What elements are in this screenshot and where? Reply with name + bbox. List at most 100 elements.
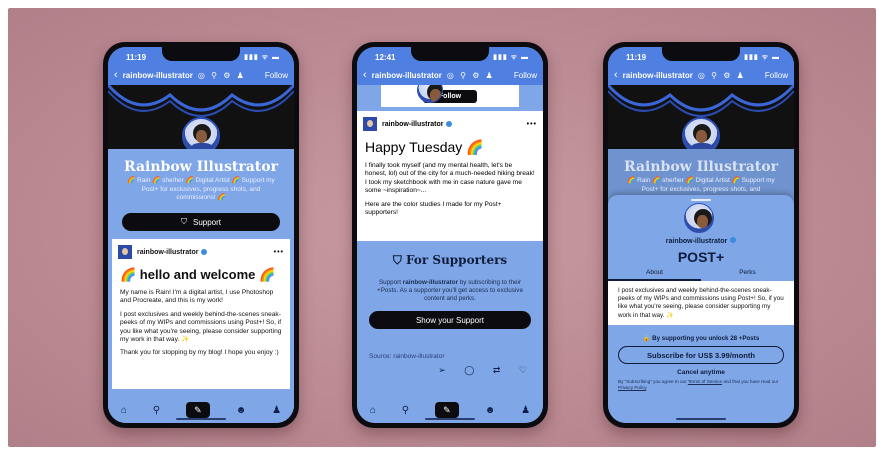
account-icon[interactable]: ♟ [521, 405, 530, 416]
post-paragraph: Thank you for stopping by my blog! I hop… [120, 349, 279, 357]
for-supporters-heading: ⛉ For Supporters [357, 253, 543, 268]
legal-text: and that you have read our [722, 379, 779, 384]
home-indicator [676, 418, 726, 420]
post-action-icons[interactable]: ➢ ◯ ⇄ ♡ [438, 365, 535, 376]
blog-description: 🌈 Rain 🌈 she/her 🌈 Digital Artist 🌈 Supp… [127, 177, 275, 201]
account-icon[interactable]: ♟ [272, 405, 281, 416]
phone-screen: 11:19 ▮▮▮ ᯤ ▬ ‹ rainbow-illustrator ◎ ⚲ … [108, 47, 294, 423]
support-button-label: Support [192, 217, 222, 227]
verified-badge-icon [446, 121, 453, 127]
post-body: I finally took myself (and my mental hea… [357, 162, 543, 217]
more-options-icon[interactable]: ••• [527, 121, 537, 128]
subscribe-button[interactable]: Subscribe for US$ 3.99/month [618, 346, 784, 364]
blog-title: Rainbow Illustrator [624, 159, 778, 175]
home-icon[interactable]: ⌂ [370, 405, 376, 416]
post-paragraph: I post exclusives and weekly behind-the-… [120, 310, 282, 344]
phone-post-view: 12:41 ▮▮▮ ᯤ ▬ ‹ rainbow-illustrator ◎ ⚲ … [352, 42, 548, 428]
unlock-info: 🔒 By supporting you unlock 28 +Posts [642, 335, 760, 342]
show-support-button[interactable]: Show your Support [369, 311, 531, 329]
legal-notice: By "Subscribing" you agree to our Terms … [618, 379, 784, 391]
chat-icon[interactable]: ☻ [236, 405, 247, 416]
nav-action-icons[interactable]: ◎ ⚲ ⚙ ♟ [447, 71, 495, 80]
status-icons: ▮▮▮ ᯤ ▬ [744, 53, 780, 61]
home-indicator [425, 418, 475, 420]
search-icon[interactable]: ⚲ [153, 405, 160, 416]
phone-screen: 11:19 ▮▮▮ ᯤ ▬ ‹ rainbow-illustrator ◎ ⚲ … [608, 47, 794, 423]
legal-text: By "Subscribing" you agree to our [618, 379, 688, 384]
nav-username[interactable]: rainbow-illustrator [123, 71, 193, 80]
follow-link[interactable]: Follow [514, 71, 537, 80]
post-paragraph: My name is Rain! I'm a digital artist, I… [120, 289, 274, 305]
post-paragraph: I finally took myself (and my mental hea… [365, 162, 535, 195]
phone-blog-view: 11:19 ▮▮▮ ᯤ ▬ ‹ rainbow-illustrator ◎ ⚲ … [103, 42, 299, 428]
post-author[interactable]: rainbow-illustrator [137, 249, 198, 256]
blog-nav-bar: ‹ rainbow-illustrator ◎ ⚲ ⚙ ♟ Follow [608, 65, 794, 85]
blog-title: Rainbow Illustrator [124, 159, 278, 175]
for-supporters-label: For Supporters [406, 253, 508, 267]
sheet-username-text: rainbow-illustrator [665, 238, 728, 245]
search-icon[interactable]: ⚲ [402, 405, 409, 416]
background-canvas: 11:19 ▮▮▮ ᯤ ▬ ‹ rainbow-illustrator ◎ ⚲ … [8, 8, 876, 447]
postplus-bottom-sheet: rainbow-illustrator POST+ About Perks I … [608, 195, 794, 423]
post-paragraph: Here are the color studies I made for my… [365, 200, 502, 217]
chat-icon[interactable]: ☻ [485, 405, 496, 416]
nav-username[interactable]: rainbow-illustrator [372, 71, 442, 80]
phone-notch [411, 47, 489, 61]
tab-perks[interactable]: Perks [701, 269, 794, 281]
shield-icon: ⛉ [180, 217, 187, 226]
bottom-tab-bar: ⌂ ⚲ ✎ ☻ ♟ [108, 397, 294, 423]
blog-nav-bar: ‹ rainbow-illustrator ◎ ⚲ ⚙ ♟ Follow [357, 65, 543, 85]
phone-notch [162, 47, 240, 61]
status-time: 11:19 [626, 52, 647, 62]
terms-link[interactable]: Terms of Service [688, 379, 722, 384]
compose-pen-icon[interactable]: ✎ [434, 402, 459, 418]
back-icon[interactable]: ‹ [114, 69, 118, 81]
blog-description: 🌈 Rain 🌈 she/her 🌈 Digital Artist 🌈 Supp… [627, 177, 775, 193]
back-icon[interactable]: ‹ [363, 69, 367, 81]
shield-icon: ⛉ [392, 253, 407, 267]
status-time: 11:19 [126, 52, 147, 62]
post-author-avatar[interactable] [118, 245, 132, 259]
verified-badge-icon [730, 237, 737, 243]
follow-link[interactable]: Follow [765, 71, 788, 80]
phone-notch [662, 47, 740, 61]
supporters-desc-author[interactable]: rainbow-illustrator [403, 279, 458, 286]
phone-postplus-sheet: 11:19 ▮▮▮ ᯤ ▬ ‹ rainbow-illustrator ◎ ⚲ … [603, 42, 799, 428]
post-author-avatar[interactable] [363, 117, 377, 131]
blog-nav-bar: ‹ rainbow-illustrator ◎ ⚲ ⚙ ♟ Follow [108, 65, 294, 85]
about-text: I post exclusives and weekly behind-the-… [608, 281, 794, 325]
post-header: rainbow-illustrator ••• [357, 111, 543, 137]
sheet-username: rainbow-illustrator [608, 237, 794, 245]
nav-action-icons[interactable]: ◎ ⚲ ⚙ ♟ [698, 71, 746, 80]
post-heading: 🌈 hello and welcome 🌈 [120, 267, 276, 282]
back-icon[interactable]: ‹ [614, 69, 618, 81]
post-card: rainbow-illustrator ••• Happy Tuesday 🌈 … [357, 111, 543, 241]
bottom-tab-bar: ⌂ ⚲ ✎ ☻ ♟ [357, 397, 543, 423]
compose-pen-icon[interactable]: ✎ [185, 402, 210, 418]
follow-card: Follow [381, 85, 519, 107]
verified-badge-icon [201, 249, 208, 255]
status-icons: ▮▮▮ ᯤ ▬ [244, 53, 280, 61]
post-source[interactable]: Source: rainbow-illustrator [369, 353, 445, 360]
sheet-grab-handle[interactable] [691, 199, 711, 201]
more-options-icon[interactable]: ••• [274, 249, 284, 256]
privacy-link[interactable]: Privacy Policy [618, 385, 646, 390]
tab-about[interactable]: About [608, 269, 701, 281]
sheet-avatar [684, 203, 714, 233]
status-time: 12:41 [375, 52, 396, 62]
nav-username[interactable]: rainbow-illustrator [623, 71, 693, 80]
cancel-anytime-label: Cancel anytime [677, 369, 725, 376]
status-icons: ▮▮▮ ᯤ ▬ [493, 53, 529, 61]
supporters-desc-text: Support [378, 279, 403, 286]
post-card: rainbow-illustrator ••• 🌈 hello and welc… [112, 239, 290, 389]
phone-screen: 12:41 ▮▮▮ ᯤ ▬ ‹ rainbow-illustrator ◎ ⚲ … [357, 47, 543, 423]
nav-action-icons[interactable]: ◎ ⚲ ⚙ ♟ [198, 71, 246, 80]
post-author[interactable]: rainbow-illustrator [382, 121, 443, 128]
sheet-title: POST+ [677, 249, 725, 265]
home-icon[interactable]: ⌂ [121, 405, 127, 416]
follow-link[interactable]: Follow [265, 71, 288, 80]
support-button[interactable]: ⛉ Support [122, 213, 280, 231]
sheet-tabs: About Perks [608, 269, 794, 281]
legal-text: . [646, 385, 648, 390]
post-heading: Happy Tuesday 🌈 [365, 139, 484, 155]
